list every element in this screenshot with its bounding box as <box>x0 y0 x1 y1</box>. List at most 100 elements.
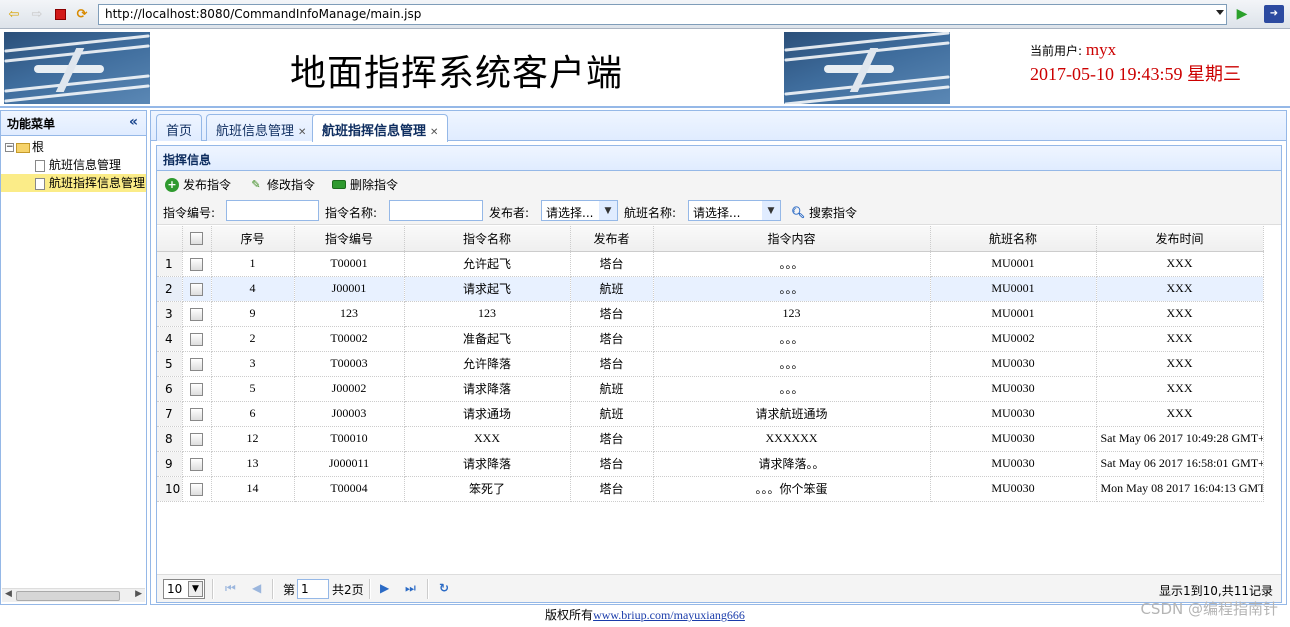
column-header[interactable]: 指令编号 <box>294 226 405 252</box>
row-checkbox[interactable] <box>190 382 203 396</box>
cell-name: 笨死了 <box>404 476 571 502</box>
search-command-button[interactable]: 🔍︎ 搜索指令 <box>791 204 857 221</box>
address-dropdown-icon[interactable] <box>1216 10 1224 15</box>
row-number: 3 <box>157 301 183 327</box>
column-header[interactable]: 指令名称 <box>404 226 571 252</box>
table-row[interactable]: 7 6 J00003 请求通场 航班 请求航班通场 MU0030 XXX <box>157 401 1264 427</box>
row-checkbox-cell[interactable] <box>182 251 212 277</box>
row-checkbox-cell[interactable] <box>182 376 212 402</box>
scroll-thumb[interactable] <box>16 591 120 601</box>
page-size-select[interactable]: 10 ▼ <box>163 579 205 599</box>
row-checkbox[interactable] <box>190 282 203 296</box>
pager-separator <box>427 579 429 599</box>
row-number: 6 <box>157 376 183 402</box>
address-bar[interactable]: http://localhost:8080/CommandInfoManage/… <box>98 4 1227 25</box>
chevron-down-icon[interactable]: ▼ <box>188 581 203 597</box>
refresh-icon[interactable]: ⟳ <box>74 6 90 22</box>
column-header[interactable]: 序号 <box>211 226 295 252</box>
chevron-down-icon[interactable]: ▼ <box>599 201 617 220</box>
row-checkbox-cell[interactable] <box>182 426 212 452</box>
tree-root[interactable]: − 根 <box>1 138 146 156</box>
row-checkbox[interactable] <box>190 307 203 321</box>
row-checkbox[interactable] <box>190 407 203 421</box>
row-checkbox[interactable] <box>190 457 203 471</box>
row-checkbox[interactable] <box>190 257 203 271</box>
menu-horizontal-scrollbar[interactable]: ◀ ▶ <box>2 588 145 602</box>
cell-seq: 4 <box>211 276 295 302</box>
table-row[interactable]: 1 1 T00001 允许起飞 塔台。。。 MU0001 XXX <box>157 251 1264 277</box>
delete-command-button[interactable]: 删除指令 <box>332 176 398 193</box>
edit-command-button[interactable]: ✎ 修改指令 <box>249 176 315 193</box>
row-checkbox[interactable] <box>190 482 203 496</box>
publisher-select[interactable]: 请选择... ▼ <box>541 200 618 221</box>
row-checkbox-cell[interactable] <box>182 476 212 502</box>
row-checkbox-cell[interactable] <box>182 351 212 377</box>
last-page-icon[interactable]: ⏭ <box>405 581 416 596</box>
table-row[interactable]: 9 13 J000011 请求降落 塔台 请求降落。。 MU0030 Sat May 06 2… <box>157 451 1264 477</box>
tab-label: 航班信息管理 <box>216 124 295 139</box>
tree-item-label: 航班信息管理 <box>49 158 122 172</box>
back-icon[interactable]: ⇦ <box>6 6 22 22</box>
publish-command-button[interactable]: + 发布指令 <box>165 176 231 193</box>
table-row[interactable]: 5 3 T00003 允许降落 塔台。。。 MU0030 XXX <box>157 351 1264 377</box>
scroll-right-icon[interactable]: ▶ <box>135 589 142 599</box>
refresh-icon[interactable]: ↻ <box>439 581 449 595</box>
code-filter-input[interactable] <box>226 200 319 221</box>
cell-pub: 塔台 <box>570 301 654 327</box>
table-row[interactable]: 4 2 T00002 准备起飞 塔台。。。 MU0002 XXX <box>157 326 1264 352</box>
table-row[interactable]: 2 4 J00001 请求起飞 航班。。。 MU0001 XXX <box>157 276 1264 302</box>
row-checkbox-cell[interactable] <box>182 451 212 477</box>
pagination-bar: 10 ▼ ⏮ ◀ 第 1 共2页 ▶ ⏭ ↻ 显示1到10,共11记录 <box>157 574 1281 602</box>
tree-item-flight-command[interactable]: 航班指挥信息管理 <box>1 174 146 192</box>
column-header[interactable]: 发布时间 <box>1096 226 1264 252</box>
select-all-checkbox[interactable] <box>190 232 203 246</box>
watermark: CSDN @编程指南针 <box>1140 600 1278 618</box>
collapse-icon[interactable]: « <box>129 114 138 130</box>
tree-item-flight-info[interactable]: 航班信息管理 <box>1 156 146 174</box>
cell-seq: 1 <box>211 251 295 277</box>
next-page-icon[interactable]: ▶ <box>380 581 389 595</box>
cell-content: 请求降落。。 <box>653 451 931 477</box>
first-page-icon[interactable]: ⏮ <box>225 581 236 596</box>
cell-seq: 13 <box>211 451 295 477</box>
page-number-input[interactable]: 1 <box>297 579 329 599</box>
scroll-left-icon[interactable]: ◀ <box>5 589 12 599</box>
table-row[interactable]: 6 5 J00002 请求降落 航班。。。 MU0030 XXX <box>157 376 1264 402</box>
column-header[interactable]: 指令内容 <box>653 226 931 252</box>
row-checkbox-cell[interactable] <box>182 401 212 427</box>
forward-icon[interactable]: ⇨ <box>29 6 45 22</box>
column-header[interactable]: 航班名称 <box>930 226 1097 252</box>
row-checkbox[interactable] <box>190 357 203 371</box>
row-checkbox-cell[interactable] <box>182 276 212 302</box>
tab-home[interactable]: 首页 <box>156 114 203 141</box>
row-checkbox-cell[interactable] <box>182 326 212 352</box>
cell-flight: MU0030 <box>930 376 1097 402</box>
cell-content: XXXXXX <box>653 426 931 452</box>
table-row[interactable]: 10 14 T00004 笨死了 塔台 。。。你个笨蛋 MU0030 Mon May 08 2… <box>157 476 1264 502</box>
tab-flight-info[interactable]: 航班信息管理 ✕ <box>206 114 317 141</box>
cell-time: Sat May 06 2017 16:58:01 GMT+ <box>1096 451 1264 477</box>
name-filter-input[interactable] <box>389 200 483 221</box>
copyright-link[interactable]: www.briup.com/mayuxiang666 <box>593 608 745 622</box>
cell-code: J00003 <box>294 401 405 427</box>
tab-label: 航班指挥信息管理 <box>322 124 427 139</box>
go-icon[interactable]: ▶ <box>1234 6 1250 22</box>
row-checkbox[interactable] <box>190 332 203 346</box>
stop-icon[interactable] <box>52 6 68 22</box>
table-row[interactable]: 3 9 123 123 塔台 123 MU0001 XXX <box>157 301 1264 327</box>
browser-menu-icon[interactable]: ➜ <box>1264 5 1284 23</box>
tree-collapse-toggle-icon[interactable]: − <box>5 143 14 152</box>
table-row[interactable]: 8 12 T00010 XXX 塔台 XXXXXX MU0030 Sat May 06 201… <box>157 426 1264 452</box>
column-header[interactable]: 发布者 <box>570 226 654 252</box>
row-checkbox-cell[interactable] <box>182 301 212 327</box>
flight-select[interactable]: 请选择... ▼ <box>688 200 781 221</box>
select-all-checkbox-cell[interactable] <box>182 226 212 252</box>
tab-flight-command[interactable]: 航班指挥信息管理 ✕ <box>312 114 449 142</box>
close-icon[interactable]: ✕ <box>298 127 306 138</box>
chevron-down-icon[interactable]: ▼ <box>762 201 780 220</box>
row-checkbox[interactable] <box>190 432 203 446</box>
close-icon[interactable]: ✕ <box>430 127 438 138</box>
cell-content: 。。。 <box>653 326 931 352</box>
cell-time: XXX <box>1096 301 1264 327</box>
previous-page-icon[interactable]: ◀ <box>252 581 261 595</box>
